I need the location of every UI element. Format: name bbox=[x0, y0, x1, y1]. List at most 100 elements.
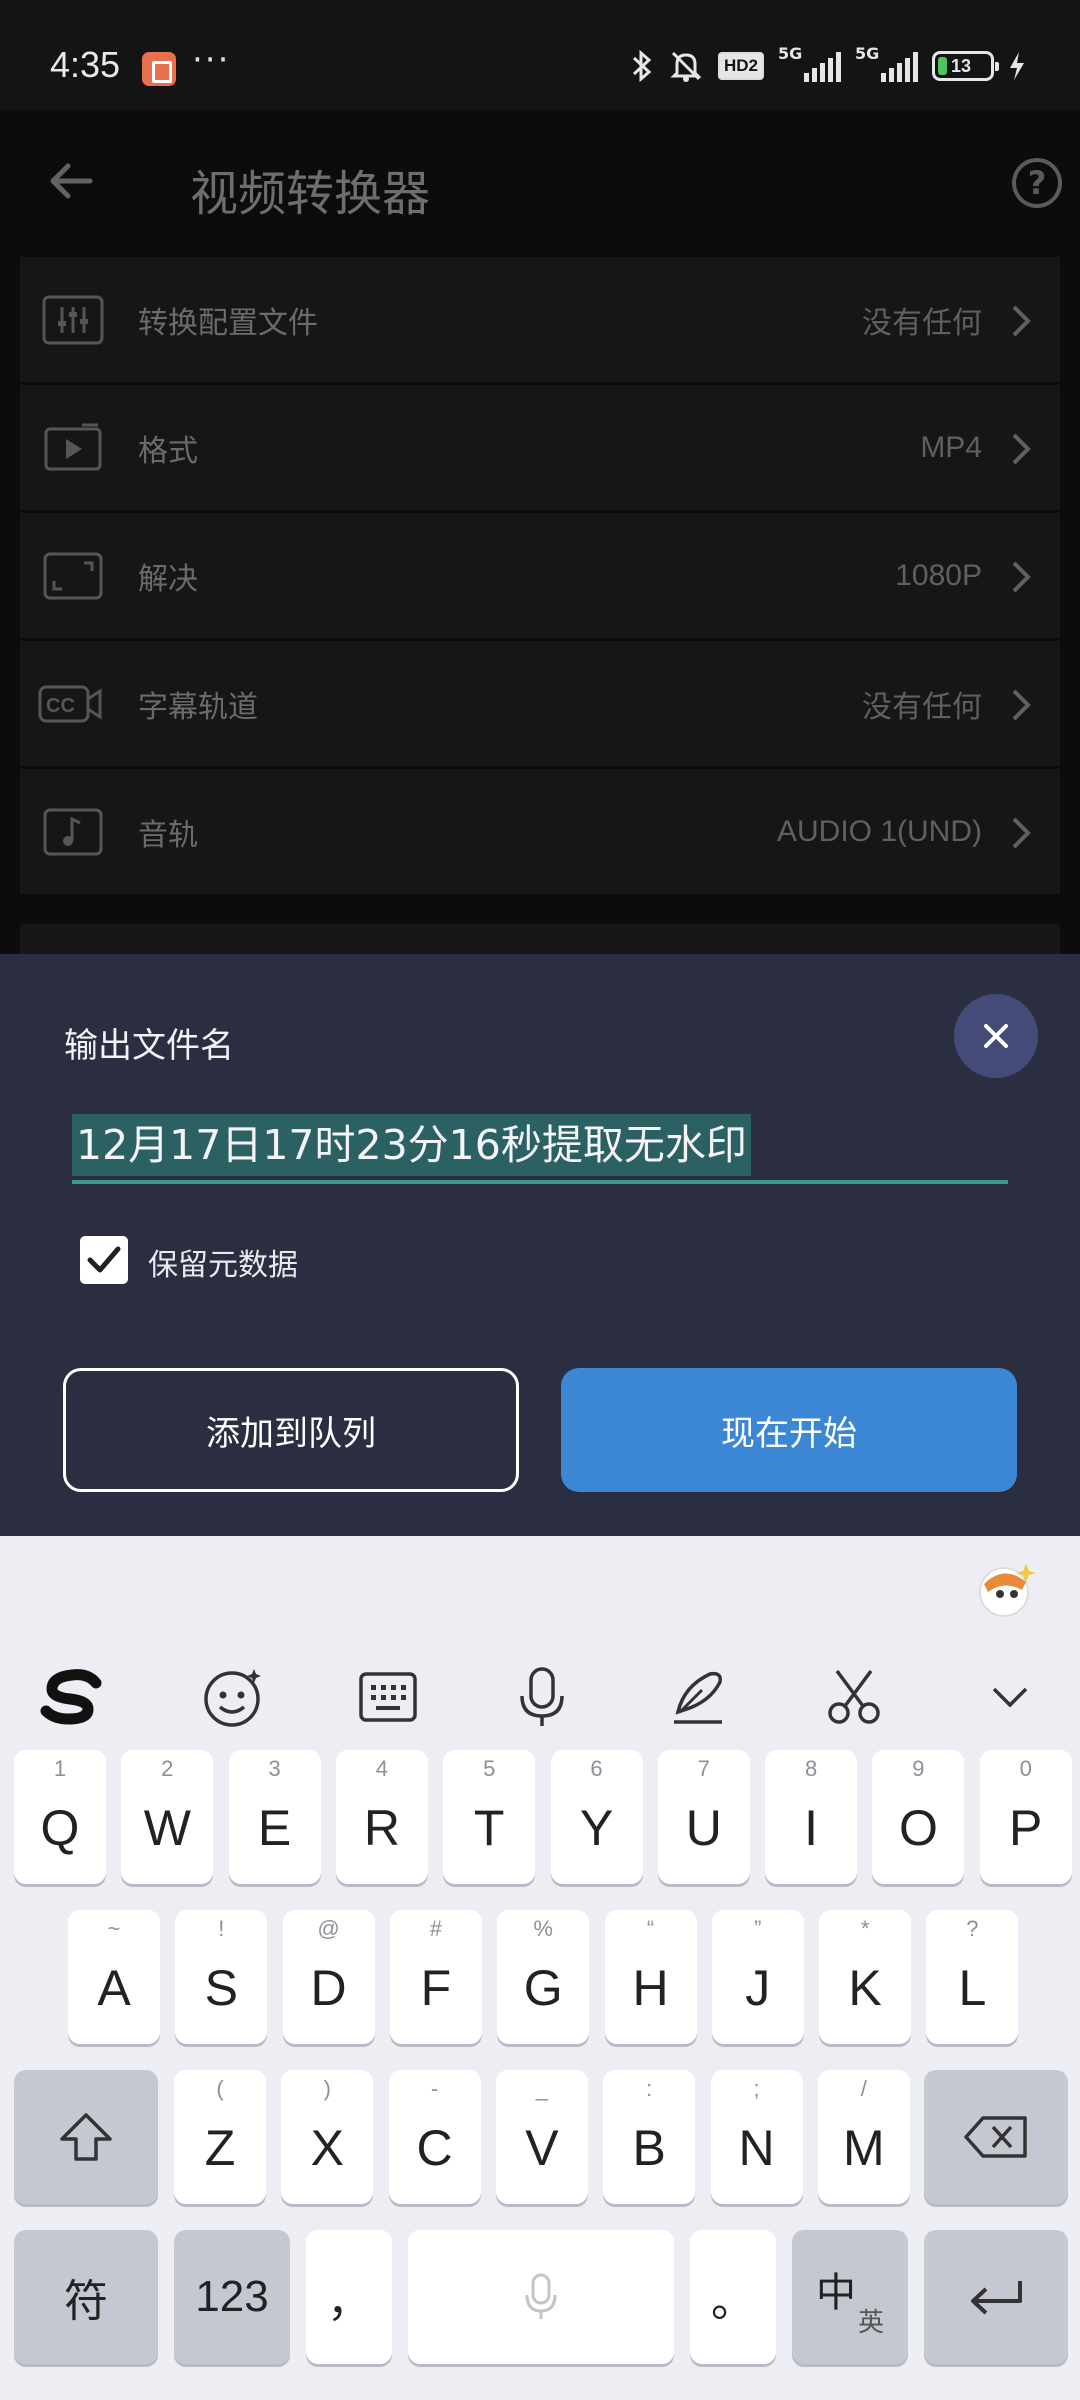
period-key[interactable]: 。 bbox=[690, 2230, 776, 2364]
space-mic-icon bbox=[525, 2273, 557, 2319]
setting-row-resolution[interactable]: 解决 1080P bbox=[20, 513, 1060, 641]
key-b[interactable]: :B bbox=[603, 2070, 696, 2204]
key-label: O bbox=[898, 1800, 938, 1856]
key-label: L bbox=[958, 1960, 987, 2016]
key-label: A bbox=[97, 1960, 131, 2016]
setting-row-format[interactable]: 格式 MP4 bbox=[20, 385, 1060, 513]
numbers-key[interactable]: 123 bbox=[174, 2230, 290, 2364]
key-u[interactable]: 7U bbox=[657, 1750, 750, 1884]
key-secondary-label: 9 bbox=[912, 1756, 925, 1781]
key-secondary-label: 2 bbox=[161, 1756, 174, 1781]
key-label: Q bbox=[40, 1800, 80, 1856]
setting-row-subtitle[interactable]: CC 字幕轨道 没有任何 bbox=[20, 641, 1060, 769]
key-c[interactable]: -C bbox=[388, 2070, 481, 2204]
chevron-down-icon[interactable] bbox=[972, 1662, 1048, 1732]
key-p[interactable]: 0P bbox=[979, 1750, 1072, 1884]
microphone-icon[interactable] bbox=[504, 1662, 580, 1732]
key-o[interactable]: 9O bbox=[872, 1750, 965, 1884]
key-label: B bbox=[632, 2120, 666, 2176]
space-key[interactable] bbox=[408, 2230, 674, 2364]
key-label: C bbox=[416, 2120, 453, 2176]
enter-key[interactable] bbox=[924, 2230, 1068, 2364]
sliders-icon bbox=[42, 295, 104, 345]
key-secondary-label: ) bbox=[323, 2076, 331, 2101]
filename-selected-text[interactable]: 12月17日17时23分16秒提取无水印 bbox=[72, 1114, 751, 1176]
signal-icon: 5G bbox=[855, 44, 918, 82]
key-secondary-label: 4 bbox=[375, 1756, 389, 1781]
key-label: G bbox=[523, 1960, 563, 2016]
back-arrow-icon[interactable] bbox=[46, 156, 96, 206]
key-w[interactable]: 2W bbox=[121, 1750, 214, 1884]
backspace-icon bbox=[964, 2116, 1027, 2158]
video-format-icon bbox=[42, 423, 104, 473]
key-j[interactable]: ” J bbox=[711, 1910, 804, 2044]
filename-input[interactable]: 12月17日17时23分16秒提取无水印 bbox=[72, 1114, 1008, 1184]
key-label: W bbox=[143, 1800, 191, 1856]
sogou-logo-icon[interactable] bbox=[38, 1662, 114, 1732]
key-x[interactable]: ) X bbox=[281, 2070, 374, 2204]
start-now-button[interactable]: 现在开始 bbox=[561, 1368, 1017, 1492]
key-z[interactable]: (Z bbox=[174, 2070, 266, 2204]
key-l[interactable]: ? L bbox=[926, 1910, 1019, 2044]
lang-sub-label: 英 bbox=[858, 2307, 885, 2337]
key-secondary-label: / bbox=[860, 2076, 867, 2101]
key-f[interactable]: # F bbox=[389, 1910, 482, 2044]
setting-row-audio[interactable]: 音轨 AUDIO 1(UND) bbox=[20, 769, 1060, 897]
setting-value: MP4 bbox=[920, 430, 982, 464]
symbols-key[interactable]: 符 bbox=[14, 2230, 158, 2364]
scissors-icon[interactable] bbox=[816, 1662, 892, 1732]
status-time: 4:35 bbox=[50, 44, 121, 85]
key-k[interactable]: * K bbox=[819, 1910, 912, 2044]
setting-row-profile[interactable]: 转换配置文件 没有任何 bbox=[20, 257, 1060, 385]
key-secondary-label: 8 bbox=[804, 1756, 818, 1781]
key-q[interactable]: 1Q bbox=[14, 1750, 106, 1884]
key-secondary-label: - bbox=[430, 2076, 439, 2101]
backspace-key[interactable] bbox=[924, 2070, 1068, 2204]
key-y[interactable]: 6Y bbox=[550, 1750, 643, 1884]
key-label: R bbox=[363, 1800, 400, 1856]
handwriting-pen-icon[interactable] bbox=[660, 1662, 736, 1732]
key-t[interactable]: 5T bbox=[443, 1750, 536, 1884]
signal-icon: 5G bbox=[778, 44, 841, 82]
key-m[interactable]: / M bbox=[817, 2070, 910, 2204]
key-secondary-label: @ bbox=[317, 1916, 340, 1941]
chevron-right-icon bbox=[1012, 561, 1031, 593]
keep-metadata-checkbox[interactable] bbox=[80, 1236, 128, 1284]
keyboard-icon[interactable] bbox=[350, 1662, 426, 1732]
output-filename-sheet: 输出文件名 12月17日17时23分16秒提取无水印 保留元数据 添加到队列 现… bbox=[0, 954, 1080, 1536]
key-v[interactable]: _ V bbox=[495, 2070, 588, 2204]
key-g[interactable]: % G bbox=[497, 1910, 590, 2044]
mascot-icon[interactable] bbox=[974, 1556, 1040, 1622]
emoji-icon[interactable] bbox=[196, 1662, 272, 1732]
chevron-right-icon bbox=[1012, 689, 1031, 721]
language-switch-key[interactable]: 中 英 bbox=[792, 2230, 908, 2364]
key-label: U bbox=[685, 1800, 722, 1856]
key-r[interactable]: 4R bbox=[335, 1750, 428, 1884]
key-a[interactable]: ~ A bbox=[68, 1910, 160, 2044]
app-notification-icon bbox=[142, 52, 176, 86]
svg-text:CC: CC bbox=[46, 695, 75, 717]
key-secondary-label: _ bbox=[535, 2076, 549, 2101]
shift-key[interactable] bbox=[14, 2070, 158, 2204]
key-s[interactable]: ! S bbox=[175, 1910, 268, 2044]
key-label: E bbox=[257, 1800, 292, 1856]
more-notifications-icon: ··· bbox=[192, 40, 231, 80]
keyboard-toolbar bbox=[0, 1636, 1080, 1756]
comma-key[interactable]: ， bbox=[306, 2230, 392, 2364]
key-e[interactable]: 3E bbox=[228, 1750, 321, 1884]
setting-label: 格式 bbox=[138, 433, 198, 469]
key-label: X bbox=[310, 2120, 344, 2176]
key-n[interactable]: ; N bbox=[710, 2070, 803, 2204]
close-button[interactable] bbox=[954, 994, 1038, 1078]
key-label: P bbox=[1009, 1800, 1043, 1856]
key-d[interactable]: @ D bbox=[282, 1910, 375, 2044]
close-icon bbox=[984, 1024, 1008, 1048]
help-icon[interactable]: ? bbox=[1012, 158, 1062, 208]
key-secondary-label: 3 bbox=[268, 1756, 281, 1781]
add-to-queue-button[interactable]: 添加到队列 bbox=[63, 1368, 519, 1492]
key-secondary-label: ; bbox=[753, 2076, 760, 2101]
key-h[interactable]: “H bbox=[604, 1910, 697, 2044]
keep-metadata-label[interactable]: 保留元数据 bbox=[148, 1240, 298, 1284]
key-secondary-label: 5 bbox=[483, 1756, 496, 1781]
key-i[interactable]: 8I bbox=[765, 1750, 858, 1884]
